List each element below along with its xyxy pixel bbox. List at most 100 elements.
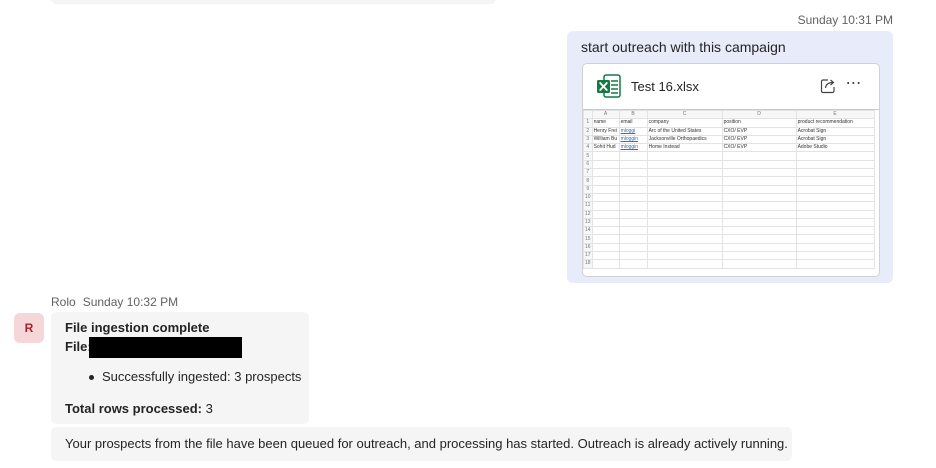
spreadsheet-cell: Sohit Hud xyxy=(591,143,620,153)
spreadsheet-cell xyxy=(591,226,620,236)
spreadsheet-row-number: 4 xyxy=(583,143,593,153)
spreadsheet-cell xyxy=(646,201,723,211)
excel-icon xyxy=(597,74,621,98)
file-attachment-card[interactable]: Test 16.xlsx ⋯ ABCDE 1 name email company po… xyxy=(582,63,880,277)
spreadsheet-row-number: 10 xyxy=(583,192,593,203)
spreadsheet-row: 15 xyxy=(583,234,875,244)
spreadsheet-cell xyxy=(795,242,875,253)
spreadsheet-row: 13 xyxy=(583,217,875,228)
spreadsheet-cell: Adobe Studio xyxy=(795,143,875,153)
spreadsheet-row: 11 xyxy=(583,201,875,211)
spreadsheet-row: 4 Sohit Hud mloggin Home Instead CXO/ EVP Ado… xyxy=(583,143,875,153)
file-name[interactable]: Test 16.xlsx xyxy=(631,79,699,94)
spreadsheet-cell xyxy=(721,184,797,194)
spreadsheet-cell xyxy=(795,192,875,203)
spreadsheet-cell xyxy=(795,226,875,236)
spreadsheet-cell xyxy=(721,259,797,269)
bot-avatar[interactable]: R xyxy=(14,313,44,343)
spreadsheet-row-number: 13 xyxy=(583,217,593,228)
file-attachment-header: Test 16.xlsx ⋯ xyxy=(583,64,879,108)
total-rows-value: 3 xyxy=(205,401,213,416)
spreadsheet-cell xyxy=(591,209,620,219)
spreadsheet-row: 9 xyxy=(583,184,875,194)
file-label: File: xyxy=(65,339,92,354)
spreadsheet-row: 1 name email company position product recomme… xyxy=(583,118,875,128)
spreadsheet-cell xyxy=(646,251,723,261)
ingestion-result: Successfully ingested: 3 prospects xyxy=(102,369,302,384)
bullet-point xyxy=(89,375,94,380)
spreadsheet-row-number: 8 xyxy=(583,176,593,186)
spreadsheet-cell: Home Instead xyxy=(646,143,723,153)
sent-message-timestamp: Sunday 10:31 PM xyxy=(797,13,893,27)
spreadsheet-cell xyxy=(721,192,797,203)
spreadsheet-row: 16 xyxy=(583,242,875,253)
spreadsheet-cell xyxy=(795,234,875,244)
spreadsheet-corner-cell xyxy=(583,109,593,120)
bot-sender-name: Rolo xyxy=(51,295,76,309)
spreadsheet-cell xyxy=(721,176,797,186)
spreadsheet-row: 17 xyxy=(583,251,875,261)
spreadsheet-cell xyxy=(646,151,723,161)
spreadsheet-cell: mloggi xyxy=(618,126,648,136)
spreadsheet-cell xyxy=(618,242,648,253)
spreadsheet-cell xyxy=(618,259,648,269)
spreadsheet-cell xyxy=(618,234,648,244)
spreadsheet-cell xyxy=(646,242,723,253)
spreadsheet-cell xyxy=(618,251,648,261)
spreadsheet-cell xyxy=(591,259,620,269)
bot-message-timestamp: Sunday 10:32 PM xyxy=(82,295,179,309)
bot-followup-text: Your prospects from the file have been q… xyxy=(65,436,788,451)
spreadsheet-cell xyxy=(646,209,723,219)
spreadsheet-cell xyxy=(618,168,648,178)
spreadsheet-cell: CXO/ EVP xyxy=(721,134,797,145)
spreadsheet-cell xyxy=(721,251,797,261)
spreadsheet-cell xyxy=(646,176,723,186)
spreadsheet-cell xyxy=(591,151,620,161)
spreadsheet-column-header: B xyxy=(618,109,648,120)
spreadsheet-cell xyxy=(795,159,875,170)
spreadsheet-cell xyxy=(618,151,648,161)
spreadsheet-cell xyxy=(721,242,797,253)
spreadsheet-preview: ABCDE 1 name email company position product r… xyxy=(583,109,879,276)
sent-message-bubble: start outreach with this campaign Test 1… xyxy=(567,31,893,283)
spreadsheet-row-number: 12 xyxy=(583,209,593,219)
spreadsheet-row-number: 14 xyxy=(583,226,593,236)
spreadsheet-table: ABCDE 1 name email company position product r… xyxy=(583,109,875,269)
spreadsheet-cell: product recommendation xyxy=(795,118,875,128)
spreadsheet-row-number: 1 xyxy=(583,118,593,128)
spreadsheet-row: 12 xyxy=(583,209,875,219)
spreadsheet-cell xyxy=(646,184,723,194)
spreadsheet-row-number: 2 xyxy=(583,126,593,136)
spreadsheet-row-number: 11 xyxy=(583,201,593,211)
spreadsheet-cell xyxy=(646,168,723,178)
spreadsheet-cell: position xyxy=(721,118,797,128)
spreadsheet-cell: Arc of the United States xyxy=(646,126,723,136)
spreadsheet-cell xyxy=(795,151,875,161)
spreadsheet-cell: CXO/ EVP xyxy=(721,143,797,153)
spreadsheet-cell: mloggin xyxy=(618,134,648,145)
spreadsheet-row-number: 16 xyxy=(583,242,593,253)
spreadsheet-cell xyxy=(618,226,648,236)
spreadsheet-cell xyxy=(721,226,797,236)
spreadsheet-cell xyxy=(721,209,797,219)
spreadsheet-row: 7 xyxy=(583,168,875,178)
spreadsheet-column-header-row: ABCDE xyxy=(583,109,875,120)
spreadsheet-row: 2 Henry Frei mloggi Arc of the United State… xyxy=(583,126,875,136)
spreadsheet-cell xyxy=(591,176,620,186)
spreadsheet-row-number: 9 xyxy=(583,184,593,194)
spreadsheet-cell xyxy=(646,192,723,203)
spreadsheet-row: 6 xyxy=(583,159,875,170)
spreadsheet-cell xyxy=(618,217,648,228)
spreadsheet-cell: William Bu xyxy=(591,134,620,145)
spreadsheet-cell xyxy=(591,217,620,228)
bot-message-meta: Rolo Sunday 10:32 PM xyxy=(51,295,185,309)
bot-message-card: File ingestion complete File: Successful… xyxy=(51,312,309,424)
bot-followup-message: Your prospects from the file have been q… xyxy=(51,427,792,461)
spreadsheet-row: 14 xyxy=(583,226,875,236)
spreadsheet-cell xyxy=(591,159,620,170)
share-icon[interactable] xyxy=(819,77,837,95)
spreadsheet-column-header: D xyxy=(721,109,797,120)
more-options-icon[interactable]: ⋯ xyxy=(844,76,864,96)
spreadsheet-cell: company xyxy=(646,118,723,128)
spreadsheet-cell xyxy=(721,159,797,170)
